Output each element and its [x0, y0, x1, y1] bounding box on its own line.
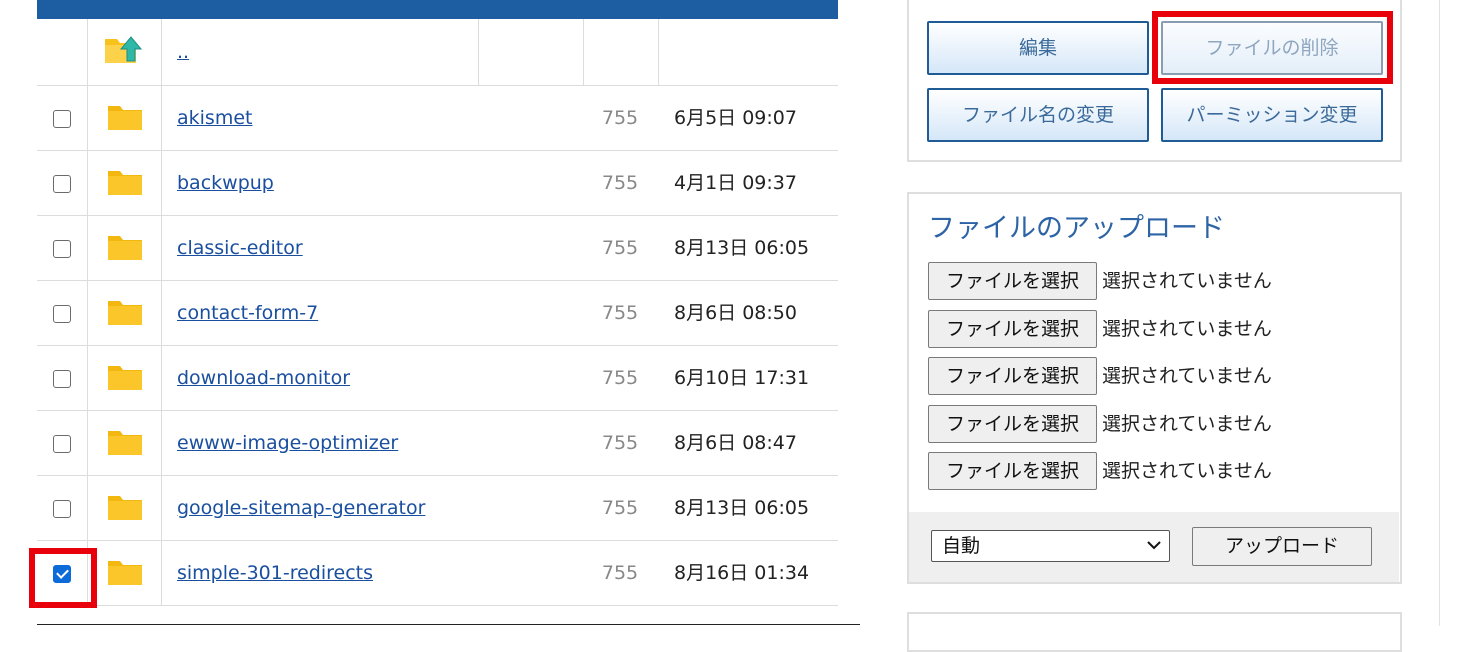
table-bottom-border	[37, 624, 860, 625]
table-row[interactable]: simple-301-redirects 755 8月16日 01:34	[37, 541, 838, 606]
choose-file-button[interactable]: ファイルを選択	[928, 357, 1097, 395]
folder-link[interactable]: simple-301-redirects	[177, 541, 373, 606]
chevron-down-icon	[1147, 541, 1161, 550]
permission-value: 755	[601, 497, 639, 519]
folder-link[interactable]: akismet	[177, 86, 252, 151]
encoding-selected-value: 自動	[942, 535, 981, 557]
row-checkbox[interactable]	[53, 370, 71, 388]
permission-value: 755	[601, 432, 639, 454]
table-header-bar	[37, 0, 838, 19]
parent-dir-row[interactable]: ..	[37, 19, 838, 86]
table-row[interactable]: google-sitemap-generator 755 8月13日 06:05	[37, 476, 838, 541]
folder-icon	[108, 106, 142, 130]
table-row[interactable]: backwpup 755 4月1日 09:37	[37, 151, 838, 216]
choose-file-button[interactable]: ファイルを選択	[928, 452, 1097, 490]
row-checkbox[interactable]	[53, 110, 71, 128]
modified-time: 6月10日 17:31	[674, 367, 810, 389]
folder-up-icon[interactable]	[103, 31, 147, 67]
no-file-selected-label: 選択されていません	[1102, 460, 1272, 482]
permission-value: 755	[601, 237, 639, 259]
row-checkbox[interactable]	[53, 305, 71, 323]
file-table: .. akismet 755 6月5日 09:07 backwpup 755 4月1日 0…	[37, 0, 860, 626]
row-checkbox[interactable]	[53, 500, 71, 518]
change-permission-button[interactable]: パーミッション変更	[1161, 88, 1383, 142]
scrollbar-track[interactable]	[1439, 0, 1440, 626]
folder-icon	[108, 366, 142, 390]
folder-link[interactable]: download-monitor	[177, 346, 350, 411]
next-panel-box	[907, 612, 1402, 652]
folder-icon	[108, 301, 142, 325]
choose-file-button[interactable]: ファイルを選択	[928, 309, 1097, 348]
upload-title: ファイルのアップロード	[928, 213, 1225, 244]
modified-time: 8月13日 06:05	[674, 497, 810, 519]
row-checkbox[interactable]	[53, 565, 71, 583]
row-checkbox[interactable]	[53, 435, 71, 453]
encoding-select[interactable]: 自動	[931, 530, 1170, 562]
folder-link[interactable]: ewww-image-optimizer	[177, 411, 398, 476]
permission-value: 755	[601, 107, 639, 129]
parent-dir-link[interactable]: ..	[177, 19, 189, 86]
folder-link[interactable]: contact-form-7	[177, 281, 318, 346]
permission-value: 755	[601, 562, 639, 584]
table-row[interactable]: ewww-image-optimizer 755 8月6日 08:47	[37, 411, 838, 476]
table-row[interactable]: akismet 755 6月5日 09:07	[37, 86, 838, 151]
table-row[interactable]: download-monitor 755 6月10日 17:31	[37, 346, 838, 411]
permission-value: 755	[601, 172, 639, 194]
folder-link[interactable]: classic-editor	[177, 216, 303, 281]
rename-file-button[interactable]: ファイル名の変更	[927, 88, 1149, 142]
no-file-selected-label: 選択されていません	[1102, 270, 1272, 292]
choose-file-button[interactable]: ファイルを選択	[928, 262, 1097, 300]
modified-time: 8月6日 08:50	[674, 302, 797, 324]
no-file-selected-label: 選択されていません	[1102, 365, 1272, 387]
modified-time: 8月16日 01:34	[674, 562, 810, 584]
choose-file-button[interactable]: ファイルを選択	[928, 404, 1097, 443]
folder-icon	[108, 171, 142, 195]
no-file-selected-label: 選択されていません	[1102, 317, 1272, 340]
edit-button[interactable]: 編集	[927, 21, 1149, 75]
folder-icon	[108, 561, 142, 585]
upload-button[interactable]: アップロード	[1192, 527, 1372, 566]
folder-icon	[108, 431, 142, 455]
folder-icon	[108, 496, 142, 520]
folder-link[interactable]: google-sitemap-generator	[177, 476, 425, 541]
folder-icon	[108, 236, 142, 260]
permission-value: 755	[601, 367, 639, 389]
permission-value: 755	[601, 302, 639, 324]
table-row[interactable]: classic-editor 755 8月13日 06:05	[37, 216, 838, 281]
table-row[interactable]: contact-form-7 755 8月6日 08:50	[37, 281, 838, 346]
no-file-selected-label: 選択されていません	[1102, 412, 1272, 435]
row-checkbox[interactable]	[53, 240, 71, 258]
row-checkbox[interactable]	[53, 175, 71, 193]
delete-file-button[interactable]: ファイルの削除	[1161, 21, 1383, 75]
modified-time: 8月6日 08:47	[674, 432, 797, 454]
modified-time: 6月5日 09:07	[674, 107, 797, 129]
modified-time: 4月1日 09:37	[674, 172, 797, 194]
folder-link[interactable]: backwpup	[177, 151, 274, 216]
modified-time: 8月13日 06:05	[674, 237, 810, 259]
